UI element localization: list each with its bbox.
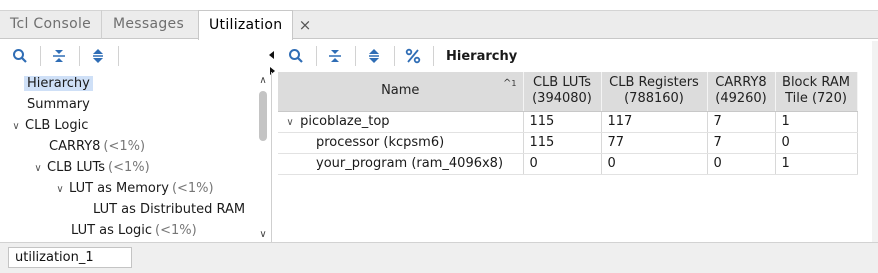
toolbar-divider (79, 46, 80, 66)
table-cell: 7 (707, 132, 776, 154)
table-cell: 7 (707, 111, 776, 133)
tree-item-percent: (<1%) (155, 223, 197, 238)
tree-item-clb-luts[interactable]: ∨ CLB LUTs (<1%) (32, 157, 150, 179)
scroll-down-icon[interactable]: ∨ (256, 228, 270, 242)
column-header-name[interactable]: Name ^1 (278, 72, 524, 112)
sort-ascending-icon: ^1 (503, 78, 517, 89)
tab-bar: Tcl Console Messages Utilization × (0, 0, 878, 40)
table-cell: 115 (523, 111, 602, 133)
table-cell: 0 (601, 153, 708, 175)
utilization-name-field[interactable]: utilization_1 (8, 247, 132, 268)
table-cell: 115 (523, 132, 602, 154)
column-header-clb-registers[interactable]: CLB Registers (788160) (601, 72, 708, 112)
right-edge-gutter (872, 41, 878, 242)
tree-item-clb-logic[interactable]: ∨ CLB Logic (10, 115, 91, 136)
column-header-carry8[interactable]: CARRY8 (49260) (707, 72, 776, 112)
tree-pane: Hierarchy Summary ∨ CLB Logic CARRY8 (<1%)… (0, 72, 272, 242)
column-header-label: CLB Registers (609, 75, 699, 91)
search-icon[interactable] (284, 44, 308, 68)
bottom-bar: utilization_1 (0, 242, 878, 273)
tab-tcl-console[interactable]: Tcl Console (0, 10, 103, 39)
chevron-down-icon[interactable]: ∨ (32, 158, 44, 179)
toolbar-divider (355, 46, 356, 66)
table-cell: 0 (775, 132, 858, 154)
tree-scrollbar[interactable]: ∧ ∨ (256, 72, 270, 242)
column-header-label: Name (381, 83, 420, 99)
chevron-down-icon[interactable]: ∨ (284, 117, 296, 128)
column-header-sublabel: Tile (720) (785, 91, 847, 107)
tree-item-lut-as-logic[interactable]: LUT as Logic (<1%) (68, 220, 197, 241)
tree-item-label: CLB Logic (25, 118, 89, 133)
scrollbar-thumb[interactable] (259, 91, 267, 141)
tree-item-label: LUT as Logic (71, 223, 153, 238)
tree-item-label: LUT as Distributed RAM (93, 202, 246, 217)
collapse-all-icon[interactable] (323, 44, 347, 68)
table-cell: 1 (775, 111, 858, 133)
tree-item-percent: (<1%) (171, 181, 214, 196)
collapse-all-icon[interactable] (47, 44, 71, 68)
column-header-sublabel: (394080) (532, 91, 592, 107)
tree-item-label: Summary (27, 97, 90, 112)
toolbar-divider (118, 46, 119, 66)
column-header-sublabel: (49260) (715, 91, 767, 107)
tree-item-label: Hierarchy (24, 76, 93, 91)
table-row[interactable]: processor (kcpsm6) 115 77 7 0 (278, 132, 858, 154)
tree-item-summary[interactable]: Summary (24, 94, 93, 115)
search-icon[interactable] (8, 44, 32, 68)
table-cell: 117 (601, 111, 708, 133)
tab-messages[interactable]: Messages (103, 10, 194, 39)
tree-item-label: CARRY8 (49, 139, 101, 154)
toolbar-divider (40, 46, 41, 66)
tree-item-label: CLB LUTs (47, 160, 106, 175)
toolbar-divider (433, 46, 434, 66)
tree-item-lut-as-distributed-ram[interactable]: LUT as Distributed RAM (90, 199, 248, 220)
chevron-down-icon[interactable]: ∨ (54, 179, 66, 200)
column-header-clb-luts[interactable]: CLB LUTs (394080) (523, 72, 602, 112)
table-cell: 0 (523, 153, 602, 175)
table-cell-name: ∨ picoblaze_top (278, 111, 524, 133)
table-cell: 1 (775, 153, 858, 175)
toolbar-divider (394, 46, 395, 66)
column-header-label: CLB LUTs (532, 75, 592, 91)
left-toolbar (8, 41, 125, 71)
column-header-sublabel: (788160) (624, 91, 684, 107)
tree-item-label: LUT as Memory (69, 181, 169, 196)
toolbar-divider (316, 46, 317, 66)
table-cell: 0 (707, 153, 776, 175)
column-header-label: CARRY8 (715, 75, 767, 91)
table-cell-name: processor (kcpsm6) (278, 132, 524, 154)
column-header-label: Block RAM (782, 75, 850, 91)
scroll-up-icon[interactable]: ∧ (256, 74, 270, 88)
expand-all-icon[interactable] (86, 44, 110, 68)
tab-utilization[interactable]: Utilization (198, 10, 294, 40)
tree-item-percent: (<1%) (103, 139, 146, 154)
table-cell-name: your_program (ram_4096x8) (278, 153, 524, 175)
tree-item-percent: (<1%) (108, 160, 150, 175)
percent-icon[interactable] (401, 44, 425, 68)
close-icon[interactable]: × (297, 10, 313, 39)
table-row[interactable]: ∨ picoblaze_top 115 117 7 1 (278, 111, 858, 133)
tree-item-hierarchy[interactable]: Hierarchy (24, 73, 93, 94)
tree-item-carry8[interactable]: CARRY8 (<1%) (46, 136, 145, 157)
hierarchy-title: Hierarchy (446, 48, 518, 64)
table-cell: 77 (601, 132, 708, 154)
right-toolbar: Hierarchy (284, 41, 517, 71)
expand-all-icon[interactable] (362, 44, 386, 68)
column-header-block-ram[interactable]: Block RAM Tile (720) (775, 72, 858, 112)
utilization-table: Name ^1 CLB LUTs (394080) CLB Registers … (278, 72, 868, 175)
tree-item-lut-as-memory[interactable]: ∨ LUT as Memory (<1%) (54, 178, 214, 200)
table-row[interactable]: your_program (ram_4096x8) 0 0 0 1 (278, 153, 858, 175)
chevron-down-icon[interactable]: ∨ (10, 116, 22, 137)
